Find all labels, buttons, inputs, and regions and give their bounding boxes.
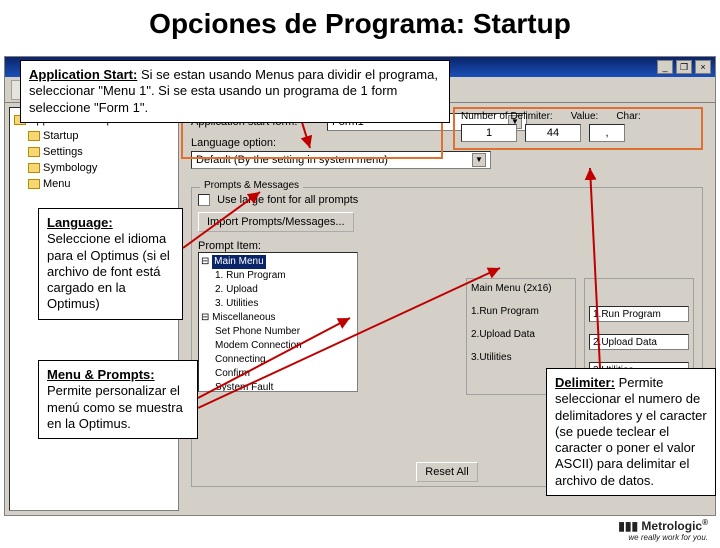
callout-menu-prompts: Menu & Prompts: Permite personalizar el …	[38, 360, 198, 439]
tree-item-settings[interactable]: Settings	[43, 144, 83, 160]
delim-value-label: Value:	[571, 111, 599, 122]
mm-edit-input[interactable]	[589, 334, 689, 350]
list-item[interactable]: Confirm	[201, 367, 355, 381]
import-prompts-button[interactable]: Import Prompts/Messages...	[198, 212, 354, 232]
callout-body: Seleccione el idioma para el Optimus (si…	[47, 231, 174, 312]
large-font-label: Use large font for all prompts	[217, 194, 358, 206]
brand-name: Metrologic	[641, 519, 702, 533]
list-item[interactable]: Connecting	[201, 353, 355, 367]
delim-count-input[interactable]: 1	[461, 124, 517, 142]
list-item[interactable]: System Fault	[201, 381, 355, 392]
large-font-checkbox[interactable]	[198, 194, 210, 206]
list-item[interactable]: Miscellaneous	[212, 312, 275, 323]
delim-char-input[interactable]: ,	[589, 124, 625, 142]
tree-item-symbology[interactable]: Symbology	[43, 160, 97, 176]
callout-head: Menu & Prompts:	[47, 367, 189, 383]
callout-delimiter: Delimiter: Permite seleccionar el numero…	[546, 368, 716, 496]
list-item[interactable]: Set Phone Number	[201, 325, 355, 339]
mm-item: 2.Upload Data	[471, 329, 571, 340]
brand-tagline: we really work for you.	[618, 533, 708, 542]
mm-edit-input[interactable]	[589, 306, 689, 322]
reset-all-button[interactable]: Reset All	[416, 462, 477, 482]
list-item[interactable]: 3. Utilities	[201, 297, 355, 311]
delim-count-label: Number of Delimiter:	[461, 111, 553, 122]
slide-title: Opciones de Programa: Startup	[0, 8, 720, 40]
callout-language: Language: Seleccione el idioma para el O…	[38, 208, 183, 320]
callout-body: Permite personalizar el menú como se mue…	[47, 383, 189, 432]
list-item[interactable]: Modem Connection	[201, 339, 355, 353]
prompt-list-label: Prompt Item:	[198, 240, 696, 252]
mm-item: 3.Utilities	[471, 352, 571, 363]
tree-item-menu[interactable]: Menu	[43, 176, 71, 192]
tree-item-startup[interactable]: Startup	[43, 128, 78, 144]
callout-head: Delimiter:	[555, 375, 615, 390]
delim-char-label: Char:	[616, 111, 640, 122]
folder-icon	[28, 163, 40, 173]
close-button[interactable]: ×	[695, 60, 711, 74]
folder-icon	[28, 179, 40, 189]
min-button[interactable]: _	[657, 60, 673, 74]
restore-button[interactable]: ❐	[676, 60, 692, 74]
brand-logo: ▮▮▮ Metrologic® we really work for you.	[618, 518, 708, 542]
list-item[interactable]: Main Menu	[212, 255, 265, 269]
folder-icon	[28, 131, 40, 141]
chevron-down-icon[interactable]: ▼	[472, 153, 486, 167]
callout-body: Permite seleccionar el numero de delimit…	[555, 375, 707, 488]
mm-title: Main Menu (2x16)	[471, 283, 571, 294]
delim-value-input[interactable]: 44	[525, 124, 581, 142]
list-item[interactable]: 2. Upload	[201, 283, 355, 297]
registered-icon: ®	[702, 518, 708, 527]
callout-head: Language:	[47, 215, 174, 231]
prompt-listbox[interactable]: ⊟ Main Menu 1. Run Program 2. Upload 3. …	[198, 252, 358, 392]
list-item[interactable]: 1. Run Program	[201, 269, 355, 283]
delimiter-group: Number of Delimiter: Value: Char: 1 44 ,	[453, 107, 703, 150]
mm-item: 1.Run Program	[471, 306, 571, 317]
folder-icon	[28, 147, 40, 157]
callout-app-start: Application Start: Si se estan usando Me…	[20, 60, 450, 123]
callout-head: Application Start:	[29, 67, 137, 82]
prompts-title: Prompts & Messages	[200, 180, 303, 191]
